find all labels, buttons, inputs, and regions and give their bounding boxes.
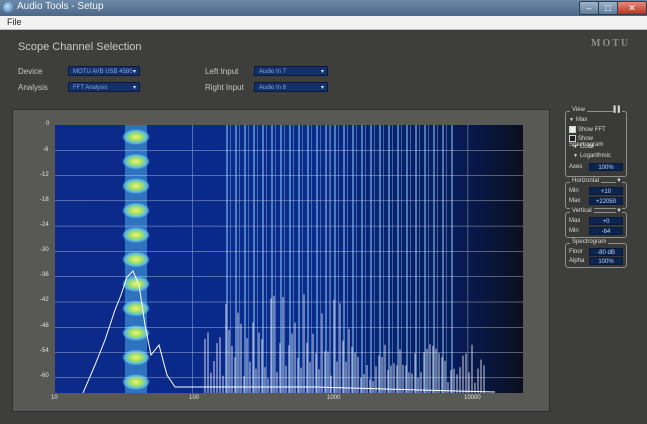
vertical-panel: Vertical ▼ Max +0 Min -64 [565, 208, 627, 238]
y-tick-label: -48 [40, 323, 49, 329]
chevron-down-icon: ▾ [320, 85, 324, 91]
x-tick-label: 1000 [327, 395, 341, 401]
y-tick-label: -42 [40, 297, 49, 303]
vertical-min-field[interactable]: -64 [589, 227, 623, 235]
horizontal-max-label: Max [569, 198, 581, 204]
device-value: MOTU AVB USB 4580 [73, 69, 133, 75]
spectrogram-hotspot [122, 300, 150, 317]
view-panel: View ▌▌ ▼ Max Show FFT Show Spectrogram ▼… [565, 107, 627, 177]
analysis-value: FFT Analysis [73, 85, 108, 91]
y-tick-label: -60 [40, 373, 49, 379]
x-tick-label: 10 [51, 395, 58, 401]
max-label: Max [575, 117, 588, 123]
right-input-label: Right Input [205, 83, 244, 92]
device-select[interactable]: MOTU AVB USB 4580 ▾ [68, 66, 140, 76]
view-panel-title: View [570, 107, 587, 113]
vertical-max-field[interactable]: +0 [589, 217, 623, 225]
horizontal-panel: Horizontal ▼ Min +10 Max +22050 [565, 178, 627, 209]
maximize-button[interactable]: □ [598, 1, 618, 15]
checkbox-icon [569, 135, 576, 142]
chevron-down-icon: ▾ [132, 85, 136, 91]
device-label: Device [18, 67, 43, 76]
analysis-label: Analysis [18, 83, 48, 92]
left-input-value: Audio In 7 [259, 69, 287, 75]
menu-bar: File [0, 16, 647, 30]
menu-file[interactable]: File [7, 17, 22, 27]
y-tick-label: -36 [40, 272, 49, 278]
zoom-label: Axes [569, 164, 583, 170]
y-tick-label: -12 [40, 172, 49, 178]
page-title: Scope Channel Selection [18, 41, 142, 53]
motu-logo: MOTU [591, 38, 631, 49]
spectrogram-hotspot [122, 374, 150, 390]
color-toggle[interactable]: ▼ Color [573, 144, 594, 150]
minimize-button[interactable]: – [579, 1, 599, 15]
horizontal-max-field[interactable]: +22050 [589, 197, 623, 205]
app-icon [3, 2, 14, 13]
right-input-select[interactable]: Audio In 8 ▾ [254, 82, 328, 92]
alpha-label: Alpha [569, 258, 585, 264]
show-fft-label: Show FFT [578, 127, 606, 134]
analysis-select[interactable]: FFT Analysis ▾ [68, 82, 140, 92]
spectrogram-panel-title: Spectrogram [570, 239, 609, 245]
color-label: Color [579, 144, 595, 150]
x-tick-label: 100 [189, 395, 200, 401]
show-fft-checkbox[interactable]: Show FFT [569, 126, 606, 133]
left-input-select[interactable]: Audio In 7 ▾ [254, 66, 328, 76]
window-title: Audio Tools - Setup [17, 1, 104, 12]
right-input-value: Audio In 8 [259, 85, 287, 91]
chevron-down-icon: ▾ [132, 69, 136, 75]
alpha-field[interactable]: 100% [589, 257, 623, 265]
vertical-max-label: Max [569, 218, 581, 224]
zoom-field[interactable]: 100% [589, 163, 623, 171]
horizontal-min-field[interactable]: +10 [589, 187, 623, 195]
spectrogram-panel: Spectrogram Floor -80 dB Alpha 100% [565, 239, 627, 268]
y-tick-label: -30 [40, 247, 49, 253]
triangle-down-icon[interactable]: ▼ [616, 178, 622, 184]
logarithmic-label: Logarithmic [579, 153, 611, 159]
vertical-panel-title: Vertical [570, 208, 594, 214]
title-bar[interactable]: Audio Tools - Setup – □ ✕ [0, 0, 647, 16]
pin-icon[interactable]: ▌▌ [613, 107, 622, 113]
floor-label: Floor [569, 249, 583, 255]
y-tick-label: -24 [40, 222, 49, 228]
x-tick-label: 10000 [464, 395, 481, 401]
app-window: Audio Tools - Setup – □ ✕ File Scope Cha… [0, 0, 647, 424]
spectrogram-svg [55, 125, 523, 394]
spectrogram-hotspot [122, 251, 150, 268]
max-toggle[interactable]: ▼ Max [569, 117, 587, 123]
y-tick-label: 0 [46, 121, 50, 127]
triangle-down-icon: ▼ [573, 153, 578, 159]
close-button[interactable]: ✕ [617, 1, 647, 15]
y-tick-label: -54 [40, 348, 49, 354]
horizontal-panel-title: Horizontal [570, 178, 602, 184]
spectrogram-plot[interactable] [55, 125, 523, 394]
horizontal-min-label: Min [569, 188, 579, 194]
spectrogram-hotspot [122, 202, 150, 219]
vertical-min-label: Min [569, 228, 579, 234]
chevron-down-icon: ▾ [320, 69, 324, 75]
y-tick-label: -6 [43, 147, 49, 153]
triangle-down-icon: ▼ [569, 117, 574, 123]
spectrogram-hotspot [122, 227, 150, 243]
y-tick-label: -18 [40, 197, 49, 203]
spectrogram-hotspot [122, 153, 150, 170]
spectrogram-hotspot [122, 349, 150, 366]
triangle-down-icon: ▼ [573, 144, 578, 150]
left-input-label: Left Input [205, 67, 239, 76]
checkbox-icon [569, 126, 576, 133]
spectrogram-hotspot [122, 129, 150, 145]
floor-field[interactable]: -80 dB [589, 248, 623, 256]
spectrogram-hotspot [122, 178, 150, 194]
triangle-down-icon[interactable]: ▼ [616, 208, 622, 214]
logarithmic-toggle[interactable]: ▼ Logarithmic [573, 153, 611, 159]
